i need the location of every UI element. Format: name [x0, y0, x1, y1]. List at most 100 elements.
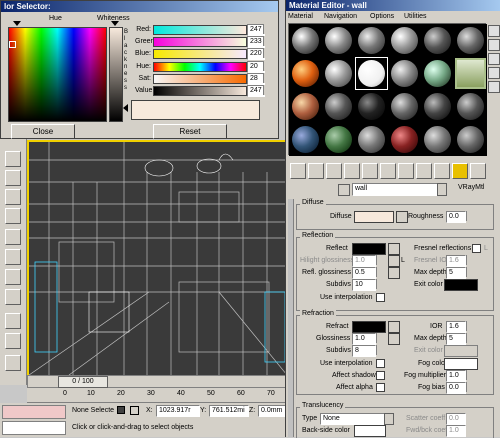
- hilight-glossiness-spinner[interactable]: [376, 255, 382, 265]
- sample-slot-13[interactable]: [289, 90, 322, 123]
- sample-slot-1[interactable]: [289, 24, 322, 57]
- refr-glossiness-field[interactable]: 1.0: [352, 333, 376, 345]
- fog-bias-spinner[interactable]: [466, 382, 472, 392]
- sample-slot-17[interactable]: [421, 90, 454, 123]
- tool-icon-6[interactable]: [5, 249, 21, 265]
- green-spinner[interactable]: [263, 36, 269, 46]
- menu-options[interactable]: Options: [370, 13, 394, 20]
- sample-slot-20[interactable]: [322, 123, 355, 156]
- sample-slot-22[interactable]: [388, 123, 421, 156]
- refr-exit-color-swatch[interactable]: [444, 345, 478, 357]
- fresnel-lock-label[interactable]: L: [484, 245, 488, 252]
- backlight-icon[interactable]: [488, 39, 500, 51]
- tool-icon-7[interactable]: [5, 269, 21, 285]
- tool-icon-2[interactable]: [5, 170, 21, 186]
- refl-glossiness-field[interactable]: 0.5: [352, 267, 376, 279]
- go-to-parent-icon[interactable]: [470, 163, 486, 179]
- time-slider[interactable]: 0 / 100: [27, 375, 287, 388]
- tool-icon-11[interactable]: [5, 355, 21, 371]
- refl-glossiness-spinner[interactable]: [376, 267, 382, 277]
- refr-subdivs-spinner[interactable]: [376, 345, 382, 355]
- green-slider[interactable]: [153, 37, 247, 47]
- hilight-lock-label[interactable]: L: [401, 257, 405, 264]
- menu-navigation[interactable]: Navigation: [324, 13, 357, 20]
- sample-slot-6[interactable]: [454, 24, 487, 57]
- refr-gloss-map-button[interactable]: [388, 333, 400, 345]
- sample-slot-8[interactable]: [322, 57, 355, 90]
- fresnel-checkbox[interactable]: [472, 244, 481, 253]
- sat-spinner[interactable]: [263, 73, 269, 83]
- sample-slot-5[interactable]: [421, 24, 454, 57]
- scatter-coeff-field[interactable]: 0.0: [446, 413, 466, 425]
- show-end-result-icon[interactable]: [452, 163, 468, 179]
- refl-max-depth-spinner[interactable]: [466, 267, 472, 277]
- sample-slot-23[interactable]: [421, 123, 454, 156]
- sample-slot-12[interactable]: [454, 57, 487, 90]
- sample-slot-15[interactable]: [355, 90, 388, 123]
- tool-icon-9[interactable]: [5, 313, 21, 329]
- material-name-dropdown-icon[interactable]: [437, 183, 447, 196]
- fog-multiplier-field[interactable]: 1.0: [446, 370, 466, 382]
- assign-material-icon[interactable]: [326, 163, 342, 179]
- blue-slider[interactable]: [153, 49, 247, 59]
- sample-slot-14[interactable]: [322, 90, 355, 123]
- hue-saturation-picker[interactable]: [8, 27, 107, 122]
- refl-subdivs-spinner[interactable]: [376, 279, 382, 289]
- tool-icon-8[interactable]: [5, 289, 21, 305]
- menu-utilities[interactable]: Utilities: [404, 13, 427, 20]
- sample-slot-7[interactable]: [289, 57, 322, 90]
- roughness-spinner[interactable]: [466, 211, 472, 221]
- lock-icon[interactable]: [117, 406, 125, 414]
- z-coord-field[interactable]: 0.0mm: [258, 405, 286, 417]
- diffuse-map-button[interactable]: [396, 211, 408, 223]
- ior-spinner[interactable]: [466, 321, 472, 331]
- material-effects-icon[interactable]: [416, 163, 432, 179]
- make-unique-icon[interactable]: [380, 163, 396, 179]
- hue-slider[interactable]: [153, 62, 247, 72]
- refr-glossiness-spinner[interactable]: [376, 333, 382, 343]
- reflect-map-button[interactable]: [388, 243, 400, 255]
- material-name-field[interactable]: wall: [352, 183, 444, 196]
- refr-max-depth-spinner[interactable]: [466, 333, 472, 343]
- refract-swatch[interactable]: [352, 321, 386, 333]
- time-slider-thumb[interactable]: 0 / 100: [58, 376, 108, 388]
- refl-max-depth-field[interactable]: 5: [446, 267, 466, 279]
- sample-slot-21[interactable]: [355, 123, 388, 156]
- sample-slot-9[interactable]: [355, 57, 388, 90]
- blackness-strip[interactable]: [109, 27, 123, 122]
- blue-spinner[interactable]: [263, 48, 269, 58]
- diffuse-swatch[interactable]: [354, 211, 394, 223]
- reset-button[interactable]: Reset: [153, 124, 227, 139]
- roughness-field[interactable]: 0.0: [446, 211, 466, 223]
- show-map-icon[interactable]: [434, 163, 450, 179]
- maxscript-listener[interactable]: [2, 405, 66, 419]
- reset-map-icon[interactable]: [344, 163, 360, 179]
- sample-slot-4[interactable]: [388, 24, 421, 57]
- translucency-type-select[interactable]: None: [320, 413, 386, 425]
- sample-slot-24[interactable]: [454, 123, 487, 156]
- tool-icon-1[interactable]: [5, 151, 21, 167]
- close-button[interactable]: Close: [11, 124, 75, 139]
- absolute-mode-icon[interactable]: [130, 406, 139, 415]
- sat-slider[interactable]: [153, 74, 247, 84]
- sample-slot-16[interactable]: [388, 90, 421, 123]
- background-icon[interactable]: [488, 53, 500, 65]
- fog-bias-field[interactable]: 0.0: [446, 382, 466, 394]
- uv-tiling-icon[interactable]: [488, 67, 500, 79]
- get-material-icon[interactable]: [290, 163, 306, 179]
- refl-interp-checkbox[interactable]: [376, 293, 385, 302]
- value-slider[interactable]: [153, 86, 247, 96]
- fwd-bck-coeff-field[interactable]: 1.0: [446, 425, 466, 437]
- hilight-map-button[interactable]: [388, 255, 400, 267]
- fog-multiplier-spinner[interactable]: [466, 370, 472, 380]
- red-spinner[interactable]: [263, 24, 269, 34]
- refl-exit-color-swatch[interactable]: [444, 279, 478, 291]
- tool-icon-10[interactable]: [5, 333, 21, 349]
- material-type-label[interactable]: VRayMtl: [458, 184, 484, 191]
- hue-spinner[interactable]: [263, 61, 269, 71]
- x-coord-field[interactable]: 1023.917r: [156, 405, 200, 417]
- sample-slot-2[interactable]: [322, 24, 355, 57]
- refl-subdivs-field[interactable]: 10: [352, 279, 376, 291]
- fog-color-swatch[interactable]: [444, 358, 478, 370]
- sample-type-icon[interactable]: [488, 25, 500, 37]
